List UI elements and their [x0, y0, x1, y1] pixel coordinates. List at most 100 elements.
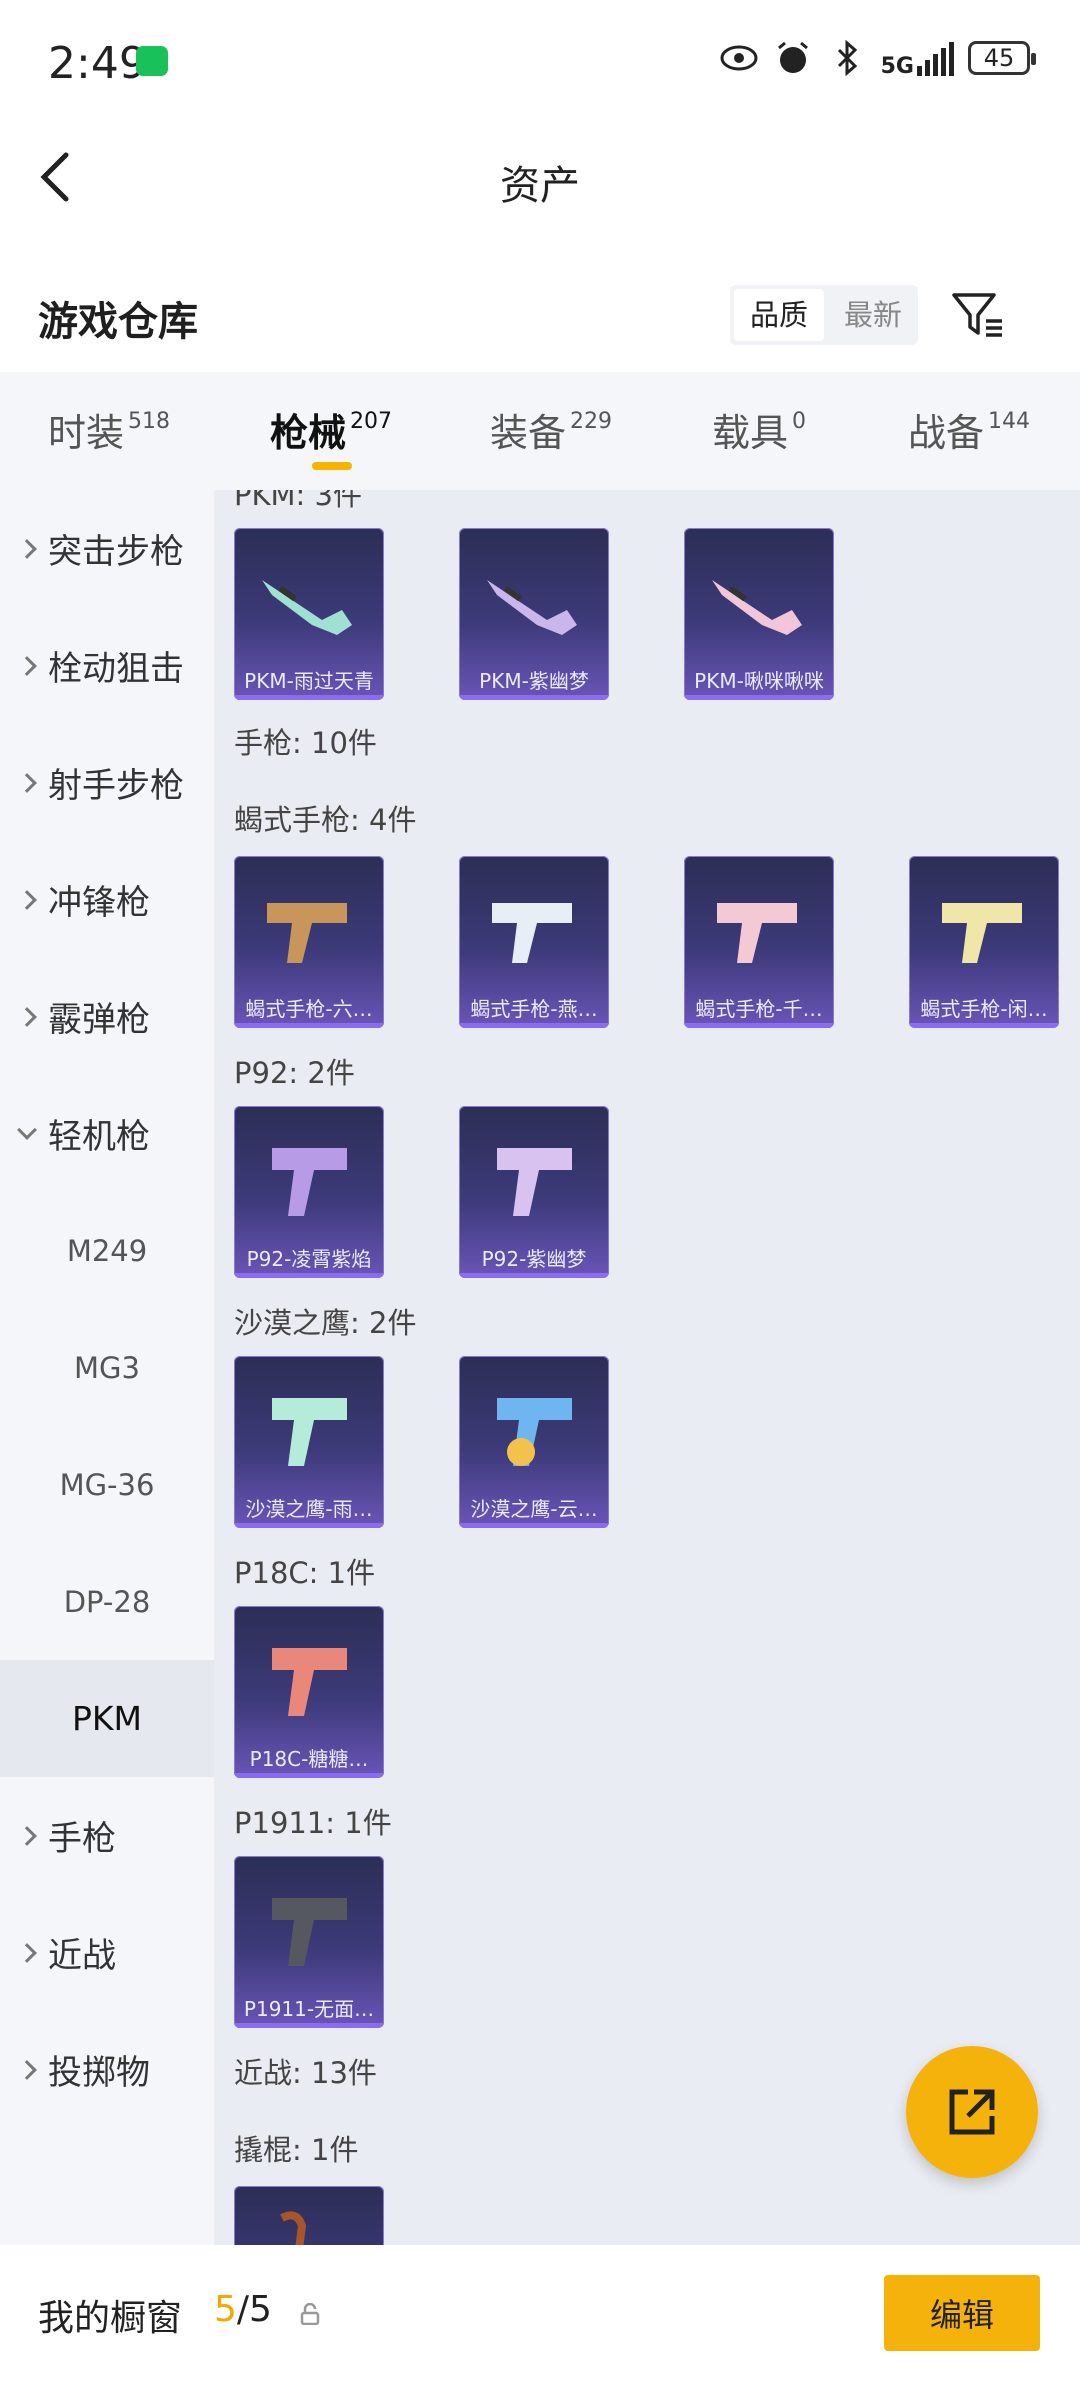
sidebar-item-pistol[interactable]: 手枪 [0, 1777, 214, 1894]
chevron-right-icon [17, 889, 37, 910]
sidebar-item-smg[interactable]: 冲锋枪 [0, 841, 214, 958]
crowbar-icon [280, 2211, 307, 2245]
showcase-count: 5/5 [214, 2289, 272, 2330]
chevron-right-icon [17, 538, 37, 559]
pistol-icon [497, 1398, 572, 1466]
sidebar-item-label: 栓动狙击 [48, 649, 184, 689]
sidebar-subitem-mg3[interactable]: MG3 [0, 1309, 214, 1426]
lock-icon [300, 2303, 320, 2325]
item-card[interactable]: PKM-紫幽梦 [459, 528, 609, 700]
tab-label: 装备 [490, 411, 567, 455]
sidebar-item-throwable[interactable]: 投掷物 [0, 2011, 214, 2128]
item-card[interactable]: 蝎式手枪-闲… [909, 856, 1059, 1028]
share-button[interactable] [906, 2046, 1038, 2178]
sidebar-item-label: 射手步枪 [48, 766, 184, 806]
item-name: 蝎式手枪-六… [245, 997, 373, 1021]
item-card[interactable]: 沙漠之鹰-雨… [234, 1356, 384, 1528]
machine-gun-icon [262, 580, 352, 635]
tab-count: 518 [128, 409, 171, 434]
item-card[interactable]: P18C-糖糖… [234, 1606, 384, 1778]
pistol-icon [492, 903, 572, 963]
sidebar-subitem-mg36[interactable]: MG-36 [0, 1426, 214, 1543]
sidebar-subitem-dp28[interactable]: DP-28 [0, 1543, 214, 1660]
item-card[interactable]: 沙漠之鹰-云… [459, 1356, 609, 1528]
sort-quality-option[interactable]: 品质 [734, 289, 825, 341]
item-card[interactable] [234, 2186, 384, 2245]
item-card[interactable]: 蝎式手枪-六… [234, 856, 384, 1028]
sort-toggle: 品质 最新 [730, 285, 919, 345]
item-card[interactable]: 蝎式手枪-千… [684, 856, 834, 1028]
section-header-p1911: P1911: 1件 [234, 1806, 392, 1840]
item-card[interactable]: P92-紫幽梦 [459, 1106, 609, 1278]
sidebar-item-marksman-rifle[interactable]: 射手步枪 [0, 724, 214, 841]
rarity-bar [234, 2023, 384, 2028]
item-name: 蝎式手枪-闲… [920, 997, 1048, 1021]
tab-equipment[interactable]: 装备 229 [490, 402, 612, 457]
sidebar-item-label: 突击步枪 [48, 532, 184, 572]
status-time: 2:49 [48, 38, 147, 89]
sidebar-item-shotgun[interactable]: 霰弹枪 [0, 958, 214, 1075]
tab-vehicles[interactable]: 载具 0 [712, 402, 806, 457]
tab-supplies[interactable]: 战备 144 [908, 402, 1030, 457]
sidebar-item-label: 轻机枪 [48, 1117, 150, 1157]
section-header-pkm: PKM: 3件 [234, 490, 362, 512]
rarity-bar [459, 1523, 609, 1528]
bluetooth-icon [837, 39, 857, 77]
sidebar-item-assault-rifle[interactable]: 突击步枪 [0, 490, 214, 607]
rarity-bar [234, 1273, 384, 1278]
showcase-current: 5 [214, 2289, 237, 2330]
rarity-bar [459, 1023, 609, 1028]
item-name: P18C-糖糖… [249, 1747, 369, 1771]
item-card[interactable]: P92-凌霄紫焰 [234, 1106, 384, 1278]
eye-icon [720, 45, 758, 71]
tab-firearms[interactable]: 枪械 207 [270, 402, 392, 457]
sidebar-subitem-m249[interactable]: M249 [0, 1192, 214, 1309]
filter-icon[interactable] [950, 287, 1006, 343]
pistol-icon [717, 903, 797, 963]
pistol-icon [272, 1398, 347, 1466]
pistol-icon [942, 903, 1022, 963]
item-name: P92-凌霄紫焰 [246, 1247, 372, 1271]
item-name: P92-紫幽梦 [481, 1247, 587, 1271]
rarity-bar [234, 695, 384, 700]
sidebar-subitem-pkm[interactable]: PKM [0, 1660, 214, 1777]
status-bar: 2:49 5G 45 [0, 0, 1080, 125]
section-header-pistol: 手枪: 10件 [234, 726, 377, 760]
item-card[interactable]: PKM-雨过天青 [234, 528, 384, 700]
edit-button[interactable]: 编辑 [884, 2275, 1040, 2351]
pistol-icon [267, 903, 347, 963]
chevron-right-icon [17, 1825, 37, 1846]
sidebar-item-label: 投掷物 [48, 2053, 150, 2093]
alarm-icon [777, 41, 808, 73]
item-name: PKM-紫幽梦 [479, 669, 589, 693]
sidebar-item-label: 冲锋枪 [48, 883, 150, 923]
sidebar-item-label: 手枪 [48, 1819, 116, 1859]
item-name: 沙漠之鹰-云… [470, 1497, 598, 1521]
rarity-bar [234, 1023, 384, 1028]
sidebar-item-bolt-sniper[interactable]: 栓动狙击 [0, 607, 214, 724]
category-tabs: 时装 518 枪械 207 装备 229 载具 0 战备 144 [0, 372, 1080, 490]
item-name: PKM-雨过天青 [244, 669, 374, 693]
sidebar-item-lmg[interactable]: 轻机枪 [0, 1075, 214, 1192]
share-icon [949, 2089, 995, 2135]
tab-fashion[interactable]: 时装 518 [48, 402, 170, 457]
pistol-icon [272, 1148, 347, 1216]
tab-label: 枪械 [270, 411, 347, 455]
section-header-deagle: 沙漠之鹰: 2件 [234, 1306, 417, 1340]
item-card[interactable]: 蝎式手枪-燕… [459, 856, 609, 1028]
warehouse-title: 游戏仓库 [38, 299, 198, 345]
showcase-total: /5 [236, 2289, 272, 2330]
sort-newest-option[interactable]: 最新 [828, 285, 918, 345]
item-grid: PKM: 3件 PKM-雨过天青 PKM-紫幽梦 PKM-啾咪啾咪 手枪: 10… [214, 490, 1080, 2245]
item-name: 蝎式手枪-燕… [470, 997, 598, 1021]
battery-icon: 45 [968, 41, 1036, 75]
active-tab-indicator [312, 462, 352, 470]
rarity-bar [909, 1023, 1059, 1028]
item-name: PKM-啾咪啾咪 [694, 669, 824, 693]
item-card[interactable]: PKM-啾咪啾咪 [684, 528, 834, 700]
chevron-down-icon [17, 1119, 37, 1140]
item-card[interactable]: P1911-无面… [234, 1856, 384, 2028]
sidebar-item-melee[interactable]: 近战 [0, 1894, 214, 2011]
sidebar-item-label: 霰弹枪 [48, 1000, 150, 1040]
machine-gun-icon [712, 580, 802, 635]
